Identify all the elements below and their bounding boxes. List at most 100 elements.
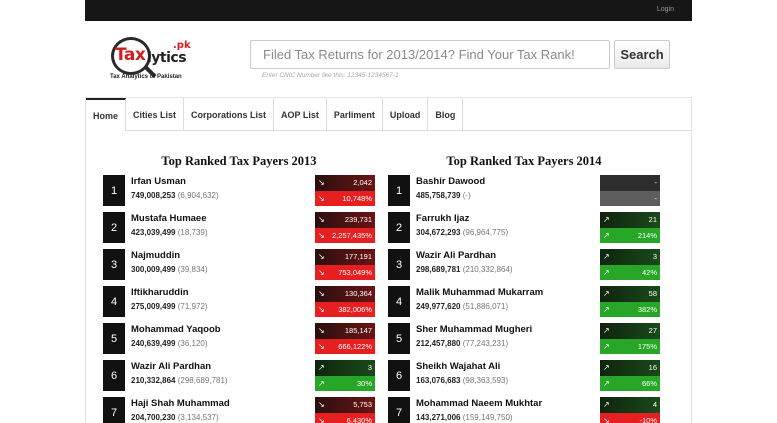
nav-home[interactable]: Home	[86, 98, 127, 131]
tax-amount: 143,271,006 (159,149,750)	[416, 413, 513, 422]
taxpayer-row[interactable]: 6 Sheikh Wajahat Ali 163,076,683 (98,363,5…	[388, 358, 660, 395]
nav-cities-list[interactable]: Cities List	[126, 98, 185, 131]
taxpayer-row[interactable]: 4 Malik Muhammad Mukarram 249,977,620 (51,…	[388, 284, 660, 321]
taxpayer-row[interactable]: 1 Bashir Dawood 485,758,739 (-) - -	[388, 173, 660, 210]
percent-change-value: 753,049%	[338, 267, 372, 277]
trend-arrow-icon: ↗	[318, 378, 325, 388]
taxpayer-row[interactable]: 5 Mohammad Yaqoob 240,639,499 (36,120) ↘ 185…	[103, 321, 375, 358]
previous-amount: (-)	[462, 191, 471, 200]
trend-arrow-icon: ↗	[603, 326, 610, 335]
taxpayer-row[interactable]: 6 Wazir Ali Pardhan 210,332,864 (298,689,7…	[103, 358, 375, 395]
rank-change-value: 4	[652, 400, 657, 409]
taxpayer-name[interactable]: Wazir Ali Pardhan	[131, 361, 211, 372]
change-box: ↗ 4 ↘ -10%	[600, 397, 660, 423]
taxpayer-name[interactable]: Mohammad Yaqoob	[131, 324, 221, 335]
site-logo[interactable]: Tax lytics .pk Tax Analytics of Pakistan	[107, 34, 199, 86]
taxpayer-name[interactable]: Farrukh Ijaz	[416, 213, 469, 224]
percent-change: ↘ 2,257,435%	[315, 227, 375, 243]
taxpayer-name[interactable]: Mohammad Naeem Mukhtar	[416, 398, 542, 409]
previous-amount: (71,972)	[177, 302, 208, 311]
tax-amount-value: 210,332,864	[131, 376, 176, 385]
login-link[interactable]: Login	[657, 6, 674, 13]
change-box: ↗ 16 ↗ 66%	[600, 360, 660, 391]
taxpayer-row[interactable]: 2 Mustafa Humaee 423,039,499 (18,739) ↘ 239,…	[103, 210, 375, 247]
taxpayer-name[interactable]: Sher Muhammad Mugheri	[416, 324, 532, 335]
trend-arrow-icon: ↗	[603, 267, 610, 277]
change-box: ↘ 177,191 ↘ 753,049%	[315, 249, 375, 280]
nav-corporations-list[interactable]: Corporations List	[184, 98, 275, 131]
rank-change-value: 58	[648, 289, 657, 298]
taxpayer-name[interactable]: Haji Shah Muhammad	[131, 398, 230, 409]
rank-badge: 6	[388, 360, 410, 391]
trend-arrow-icon: ↘	[318, 289, 325, 298]
previous-amount: (51,886,071)	[462, 302, 509, 311]
rank-change: ↗ 16	[600, 360, 660, 376]
rank-change-value: 21	[648, 215, 657, 224]
rank-badge: 4	[388, 286, 410, 317]
percent-change-value: 382%	[637, 304, 657, 314]
previous-amount: (6,904,632)	[177, 191, 219, 200]
taxpayer-row[interactable]: 5 Sher Muhammad Mugheri 212,457,880 (77,24…	[388, 321, 660, 358]
tax-amount: 298,689,781 (210,332,864)	[416, 265, 513, 274]
percent-change-value: 214%	[637, 230, 657, 240]
taxpayer-name[interactable]: Sheikh Wajahat Ali	[416, 361, 500, 372]
trend-arrow-icon: ↘	[318, 230, 325, 240]
trend-arrow-icon: ↘	[603, 415, 610, 423]
rank-badge: 4	[103, 286, 125, 317]
trend-arrow-icon: ↗	[603, 363, 610, 372]
nav-bar: Home Cities List Corporations List AOP L…	[86, 97, 691, 131]
tax-amount-value: 240,639,499	[131, 339, 176, 348]
trend-arrow-icon: ↘	[318, 415, 325, 423]
taxpayer-name[interactable]: Wazir Ali Pardhan	[416, 250, 496, 261]
rank-change-value: 27	[648, 326, 657, 335]
taxpayer-name[interactable]: Bashir Dawood	[416, 176, 485, 187]
logo-tagline: Tax Analytics of Pakistan	[110, 74, 182, 80]
search-button[interactable]: Search	[614, 40, 670, 69]
trend-arrow-icon: ↘	[318, 193, 325, 203]
percent-change: ↗ 42%	[600, 264, 660, 280]
previous-amount: (77,243,231)	[462, 339, 509, 348]
panel-2013: Top Ranked Tax Payers 2013 1 Irfan Usman 7…	[103, 153, 375, 423]
nav-parliament[interactable]: Parliment	[327, 98, 383, 131]
trend-arrow-icon: ↗	[603, 341, 610, 351]
taxpayer-name[interactable]: Malik Muhammad Mukarram	[416, 287, 543, 298]
trend-arrow-icon: ↘	[318, 304, 325, 314]
rank-change-value: -	[654, 178, 658, 187]
trend-arrow-icon: ↘	[318, 267, 325, 277]
tax-amount-value: 304,672,293	[416, 228, 461, 237]
percent-change: ↘ 666,122%	[315, 338, 375, 354]
percent-change: ↗ 382%	[600, 301, 660, 317]
nav-blog[interactable]: Blog	[428, 98, 464, 131]
tax-amount-value: 298,689,781	[416, 265, 461, 274]
rank-change-value: 177,191	[344, 252, 372, 261]
taxpayer-name[interactable]: Najmuddin	[131, 250, 180, 261]
trend-arrow-icon: ↘	[318, 252, 325, 261]
rank-badge: 6	[103, 360, 125, 391]
rank-change: ↗ 21	[600, 212, 660, 228]
taxpayer-name[interactable]: Mustafa Humaee	[131, 213, 207, 224]
taxpayer-row[interactable]: 7 Haji Shah Muhammad 204,700,230 (3,134,53…	[103, 395, 375, 423]
cnic-search-input[interactable]	[250, 40, 610, 69]
taxpayer-row[interactable]: 4 Iftikharuddin 275,009,499 (71,972) ↘ 130,3…	[103, 284, 375, 321]
rank-change-value: 3	[367, 363, 372, 372]
rank-change-value: 239,731	[344, 215, 372, 224]
taxpayer-row[interactable]: 2 Farrukh Ijaz 304,672,293 (96,964,775) ↗ 21…	[388, 210, 660, 247]
change-box: ↗ 21 ↗ 214%	[600, 212, 660, 243]
nav-aop-list[interactable]: AOP List	[274, 98, 327, 131]
taxpayer-row[interactable]: 7 Mohammad Naeem Mukhtar 143,271,006 (159,…	[388, 395, 660, 423]
trend-arrow-icon: ↗	[603, 400, 610, 409]
taxpayer-name[interactable]: Irfan Usman	[131, 176, 186, 187]
tax-amount-value: 212,457,880	[416, 339, 461, 348]
taxpayer-row[interactable]: 3 Wazir Ali Pardhan 298,689,781 (210,332,8…	[388, 247, 660, 284]
previous-amount: (98,363,593)	[462, 376, 509, 385]
trend-arrow-icon: ↗	[603, 215, 610, 224]
rank-change: ↗ 4	[600, 397, 660, 413]
taxpayer-row[interactable]: 3 Najmuddin 300,009,499 (39,834) ↘ 177,191 ↘ 7…	[103, 247, 375, 284]
percent-change-value: 666,122%	[338, 341, 372, 351]
taxpayer-row[interactable]: 1 Irfan Usman 749,008,253 (6,904,632) ↘ 2,04…	[103, 173, 375, 210]
trend-arrow-icon: ↘	[318, 326, 325, 335]
percent-change-value: -	[654, 193, 658, 203]
percent-change-value: 382,006%	[338, 304, 372, 314]
taxpayer-name[interactable]: Iftikharuddin	[131, 287, 189, 298]
nav-upload[interactable]: Upload	[383, 98, 429, 131]
